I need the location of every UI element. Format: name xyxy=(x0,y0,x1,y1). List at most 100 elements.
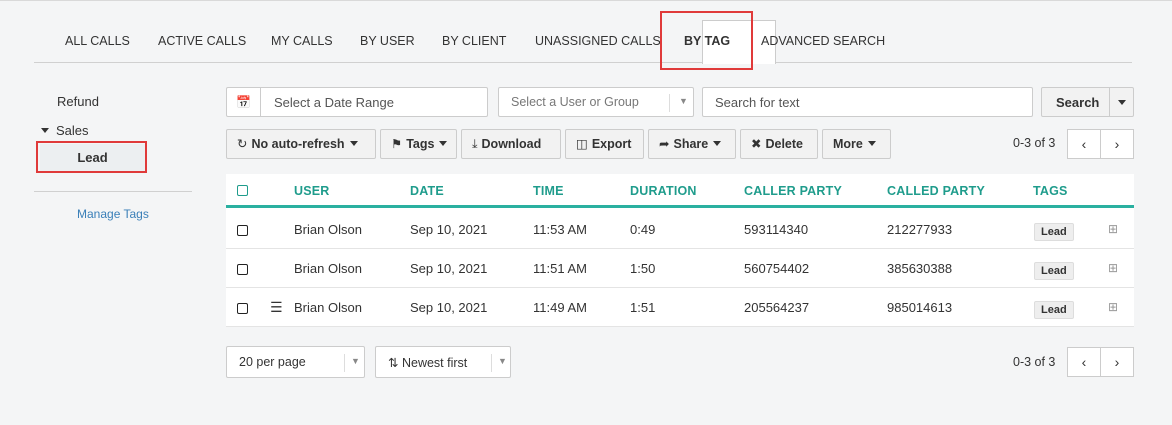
export-label: Export xyxy=(591,137,632,151)
select-separator xyxy=(669,94,670,112)
column-header-duration[interactable]: DURATION xyxy=(630,184,697,198)
search-button-label: Search xyxy=(1056,95,1100,110)
next-page-button[interactable]: › xyxy=(1100,347,1134,377)
column-header-time[interactable]: TIME xyxy=(533,184,564,198)
highlight-box-tab xyxy=(660,11,753,70)
chevron-left-icon: ‹ xyxy=(1081,354,1087,370)
calls-table: USER DATE TIME DURATION CALLER PARTY CAL… xyxy=(226,174,1134,327)
cell-duration: 1:50 xyxy=(630,261,656,276)
delete-button[interactable]: ✖ Delete xyxy=(740,129,818,159)
cell-caller-party: 560754402 xyxy=(744,261,810,276)
sidebar-item-sales[interactable]: Sales xyxy=(41,123,89,138)
table-header: USER DATE TIME DURATION CALLER PARTY CAL… xyxy=(226,174,1134,208)
cell-user: Brian Olson xyxy=(294,222,362,237)
calendar-icon[interactable]: 📅 xyxy=(227,88,261,116)
download-button[interactable]: ⤓ Download xyxy=(461,129,561,159)
share-label: Share xyxy=(673,137,709,151)
share-button[interactable]: ➦ Share xyxy=(648,129,736,159)
tab-bar: ALL CALLS ACTIVE CALLS MY CALLS BY USER … xyxy=(34,0,1132,64)
select-separator xyxy=(491,354,492,372)
per-page-select[interactable]: 20 per page ▼ xyxy=(226,346,365,378)
select-separator xyxy=(344,354,345,372)
cell-date: Sep 10, 2021 xyxy=(410,261,488,276)
column-header-tags[interactable]: TAGS xyxy=(1033,184,1068,198)
sort-order-value: ⇅ Newest first xyxy=(388,355,467,370)
chevron-down-icon[interactable]: ▼ xyxy=(351,356,360,366)
caret-down-icon[interactable] xyxy=(41,128,49,133)
tab-all-calls[interactable]: ALL CALLS xyxy=(65,34,130,48)
caret-down-icon xyxy=(867,141,876,146)
search-button[interactable]: Search xyxy=(1041,87,1134,117)
tab-by-user[interactable]: BY USER xyxy=(360,34,415,48)
row-checkbox[interactable] xyxy=(237,264,248,275)
cell-called-party: 212277933 xyxy=(887,222,953,237)
times-icon: ✖ xyxy=(751,137,762,151)
search-input[interactable]: Search for text xyxy=(702,87,1033,117)
chevron-right-icon: › xyxy=(1114,354,1120,370)
refresh-icon: ↻ xyxy=(237,137,248,151)
tag-badge[interactable]: Lead xyxy=(1034,301,1074,319)
tab-active-calls[interactable]: ACTIVE CALLS xyxy=(158,34,246,48)
download-label: Download xyxy=(481,137,542,151)
highlight-box-lead xyxy=(36,141,147,173)
plus-square-icon[interactable]: ⊞ xyxy=(1108,261,1118,275)
tab-unassigned-calls[interactable]: UNASSIGNED CALLS xyxy=(535,34,661,48)
more-button[interactable]: More xyxy=(822,129,891,159)
refresh-label: No auto-refresh xyxy=(251,137,345,151)
prev-page-button[interactable]: ‹ xyxy=(1067,347,1101,377)
select-all-checkbox[interactable] xyxy=(237,185,248,196)
sidebar-divider xyxy=(34,191,192,192)
date-range-placeholder: Select a Date Range xyxy=(274,95,394,110)
cell-date: Sep 10, 2021 xyxy=(410,300,488,315)
plus-square-icon[interactable]: ⊞ xyxy=(1108,300,1118,314)
cell-caller-party: 205564237 xyxy=(744,300,810,315)
cell-caller-party: 593114340 xyxy=(744,222,809,237)
auto-refresh-button[interactable]: ↻ No auto-refresh xyxy=(226,129,376,159)
cell-user: Brian Olson xyxy=(294,261,362,276)
sort-order-select[interactable]: ⇅ Newest first ▼ xyxy=(375,346,511,378)
chevron-left-icon: ‹ xyxy=(1081,136,1087,152)
delete-label: Delete xyxy=(765,137,804,151)
tab-by-client[interactable]: BY CLIENT xyxy=(442,34,506,48)
pager-range-top: 0-3 of 3 xyxy=(1013,136,1056,150)
prev-page-button[interactable]: ‹ xyxy=(1067,129,1101,159)
sort-label: Newest first xyxy=(401,356,468,370)
more-label: More xyxy=(833,137,863,151)
cell-called-party: 985014613 xyxy=(887,300,953,315)
tags-button[interactable]: ⚑ Tags xyxy=(380,129,457,159)
download-icon: ⤓ xyxy=(472,137,478,151)
column-header-date[interactable]: DATE xyxy=(410,184,444,198)
cell-time: 11:49 AM xyxy=(533,300,587,315)
user-group-select[interactable]: Select a User or Group ▼ xyxy=(498,87,694,117)
column-header-caller-party[interactable]: CALLER PARTY xyxy=(744,184,842,198)
tags-label: Tags xyxy=(406,137,435,151)
export-button[interactable]: ◫ Export xyxy=(565,129,644,159)
row-checkbox[interactable] xyxy=(237,225,248,236)
manage-tags-link[interactable]: Manage Tags xyxy=(77,207,149,221)
cell-called-party: 385630388 xyxy=(887,261,953,276)
next-page-button[interactable]: › xyxy=(1100,129,1134,159)
row-checkbox[interactable] xyxy=(237,303,248,314)
chevron-down-icon[interactable]: ▼ xyxy=(498,356,507,366)
table-row[interactable]: ☰ Brian Olson Sep 10, 2021 11:49 AM 1:51… xyxy=(226,289,1134,327)
cell-time: 11:53 AM xyxy=(533,222,587,237)
tab-my-calls[interactable]: MY CALLS xyxy=(271,34,333,48)
sidebar-item-refund[interactable]: Refund xyxy=(57,94,99,109)
tag-badge[interactable]: Lead xyxy=(1034,223,1074,241)
tab-advanced-search[interactable]: ADVANCED SEARCH xyxy=(761,34,885,48)
list-icon[interactable]: ☰ xyxy=(270,299,283,316)
table-row[interactable]: Brian Olson Sep 10, 2021 11:53 AM 0:49 5… xyxy=(226,211,1134,249)
caret-down-icon xyxy=(349,141,358,146)
caret-down-icon xyxy=(713,141,722,146)
tag-badge[interactable]: Lead xyxy=(1034,262,1074,280)
date-range-input[interactable]: 📅 Select a Date Range xyxy=(226,87,488,117)
plus-square-icon[interactable]: ⊞ xyxy=(1108,222,1118,236)
column-header-called-party[interactable]: CALLED PARTY xyxy=(887,184,985,198)
chevron-down-icon[interactable]: ▼ xyxy=(679,96,688,106)
cell-time: 11:51 AM xyxy=(533,261,587,276)
caret-down-icon[interactable] xyxy=(1118,100,1126,105)
pager-range-bottom: 0-3 of 3 xyxy=(1013,355,1056,369)
table-row[interactable]: Brian Olson Sep 10, 2021 11:51 AM 1:50 5… xyxy=(226,250,1134,288)
column-header-user[interactable]: USER xyxy=(294,184,330,198)
chevron-right-icon: › xyxy=(1114,136,1120,152)
